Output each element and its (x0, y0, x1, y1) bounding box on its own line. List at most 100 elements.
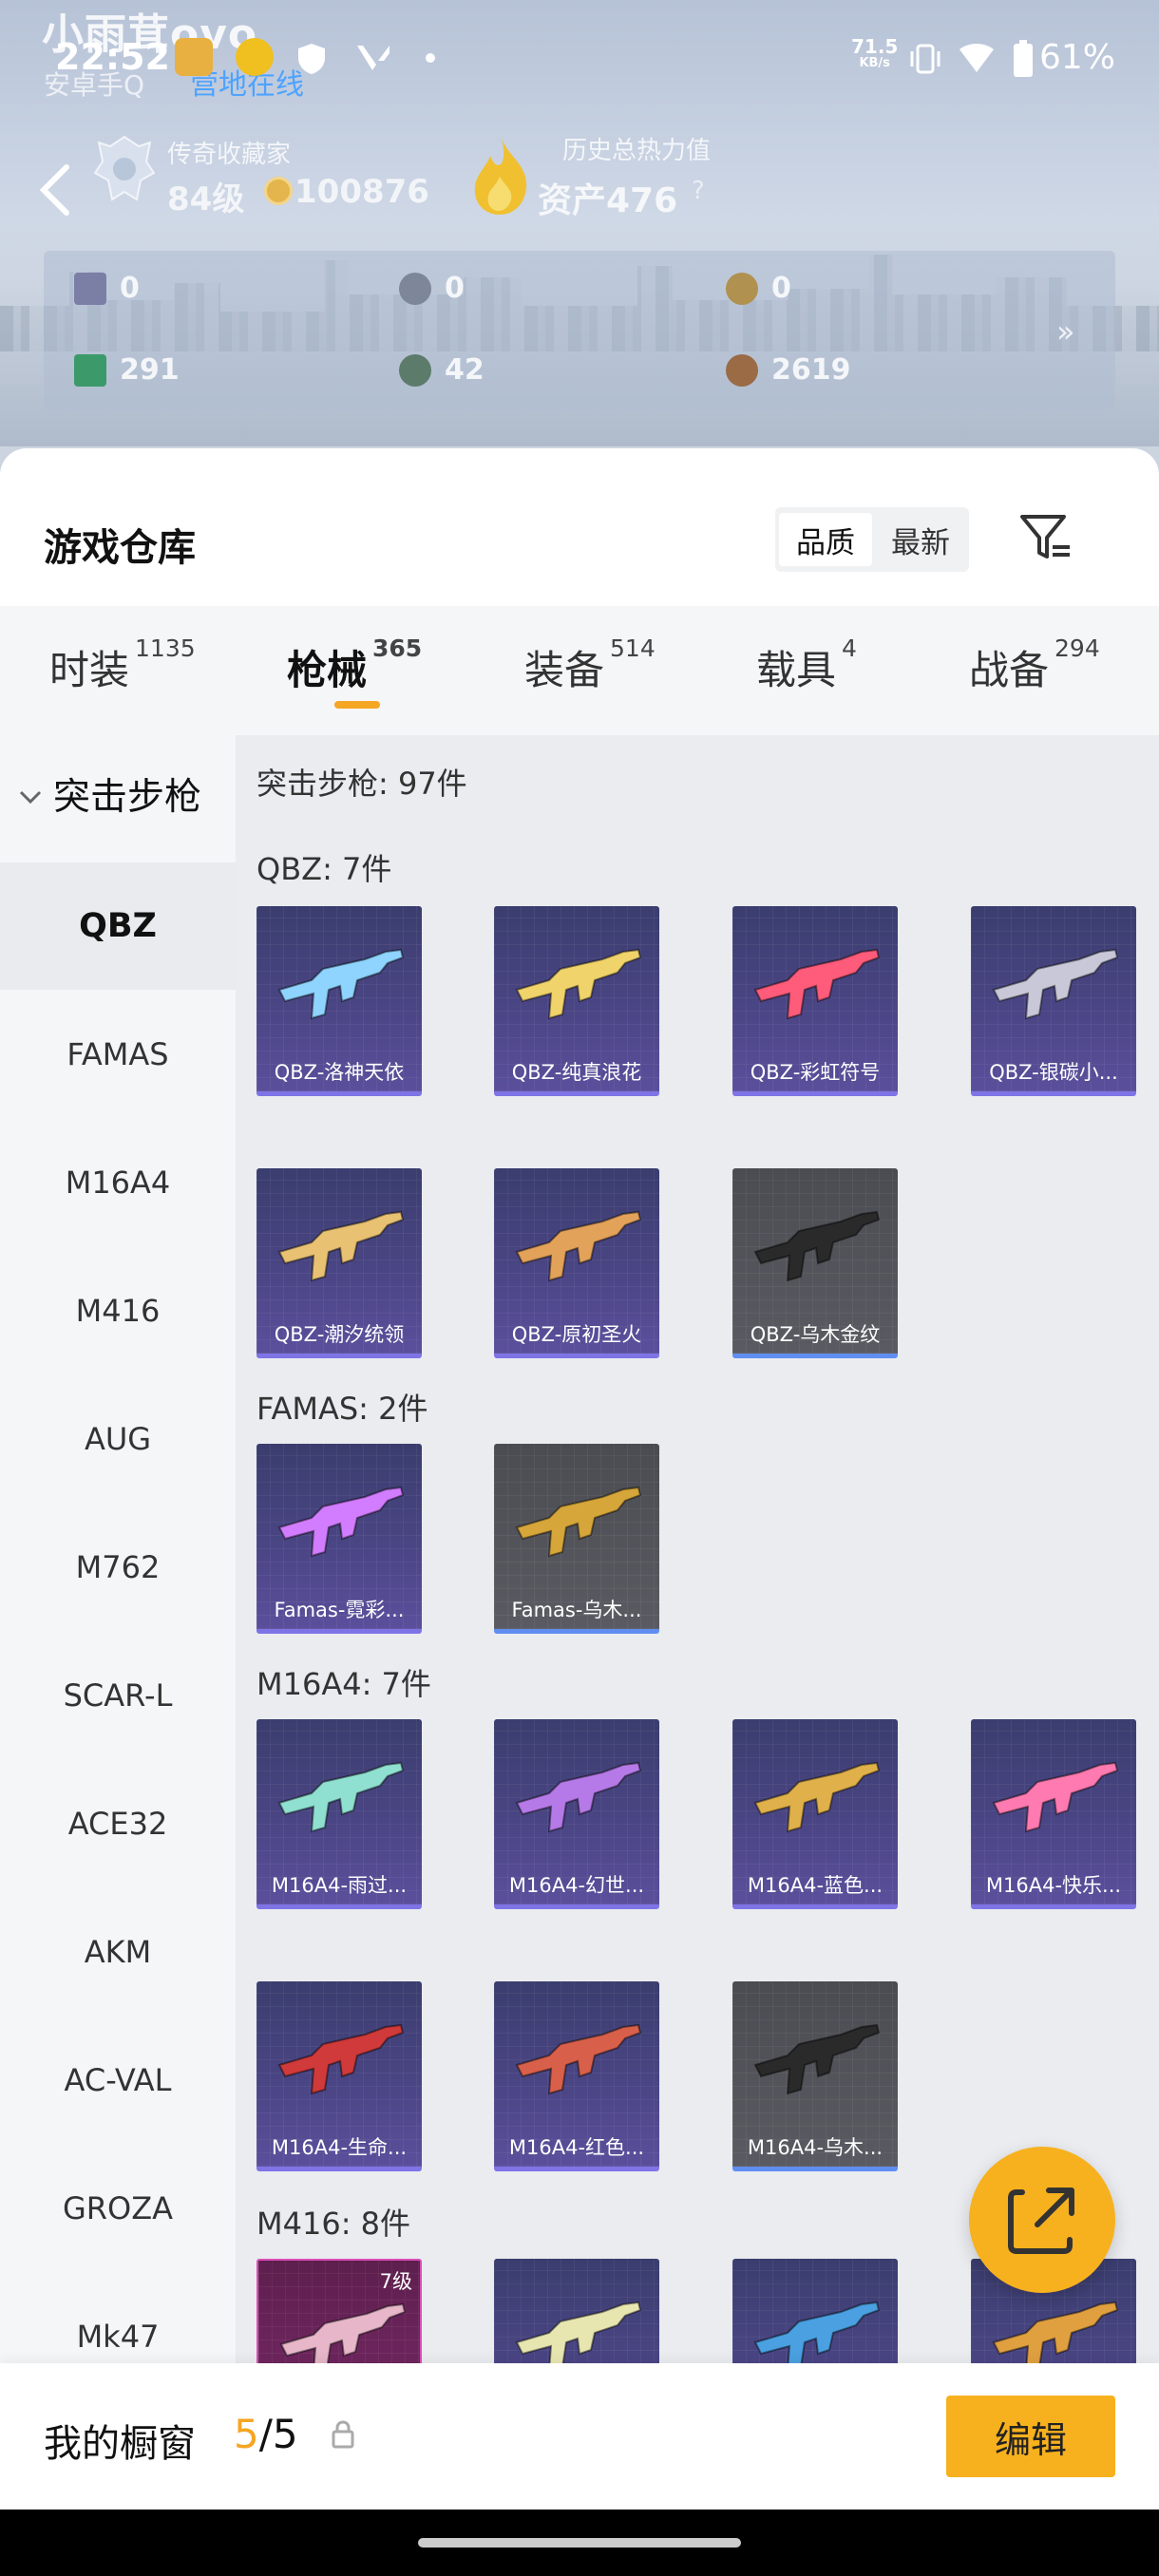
stat-item: 2619 (726, 353, 851, 387)
share-button[interactable] (969, 2147, 1115, 2293)
weapon-card[interactable]: Famas-乌木... (494, 1444, 659, 1634)
collector-badge-icon (91, 133, 158, 209)
weapon-name: QBZ-纯真浪花 (511, 1061, 642, 1084)
collector-title: 传奇收藏家 (167, 141, 292, 169)
warehouse-title: 游戏仓库 (44, 526, 196, 570)
sidebar-item-m762[interactable]: M762 (0, 1504, 236, 1631)
rifle-icon (515, 1486, 642, 1558)
weapon-name: QBZ-原初圣火 (511, 1323, 642, 1346)
battery-icon (1013, 40, 1034, 78)
weapon-name: Famas-乌木... (511, 1599, 642, 1621)
sidebar-item-m416[interactable]: M416 (0, 1247, 236, 1374)
weapon-name: M16A4-生命... (271, 2136, 408, 2159)
weapon-name: QBZ-银碳小... (989, 1061, 1118, 1084)
weapon-card[interactable]: QBZ-洛神天依 (256, 906, 422, 1096)
weapon-card[interactable]: QBZ-彩虹符号 (732, 906, 898, 1096)
rifle-icon (992, 948, 1119, 1020)
sidebar-item-ace32[interactable]: ACE32 (0, 1760, 236, 1887)
weapon-card[interactable]: M16A4-红色... (494, 1981, 659, 2171)
sidebar-item-aug[interactable]: AUG (0, 1375, 236, 1503)
sidebar-category[interactable]: 突击步枪 (0, 767, 236, 821)
showcase-count: 5/5 (234, 2411, 298, 2457)
shield-icon (296, 42, 327, 76)
help-icon[interactable]: ? (692, 177, 705, 205)
sidebar-item-m16a4[interactable]: M16A4 (0, 1119, 236, 1246)
sidebar-item-famas[interactable]: FAMAS (0, 991, 236, 1118)
sidebar-item-scar-l[interactable]: SCAR-L (0, 1632, 236, 1759)
weapon-card[interactable]: M16A4-生命... (256, 1981, 422, 2171)
gold-coin-icon (726, 272, 758, 305)
section-title: QBZ: 7件 (256, 851, 392, 887)
tab-weapons[interactable]: 枪械 365 (287, 635, 422, 696)
tab-fashion[interactable]: 时装 1135 (49, 635, 196, 696)
weapon-card[interactable]: Famas-霓彩... (256, 1444, 422, 1634)
filter-icon[interactable] (1016, 509, 1074, 566)
silver-coin-icon (399, 272, 431, 305)
weapon-card[interactable]: M16A4-乌木... (732, 1981, 898, 2171)
green-card-icon (74, 353, 106, 387)
weapon-name: M16A4-快乐... (985, 1874, 1122, 1897)
rifle-icon (277, 1210, 405, 1282)
sort-quality-button[interactable]: 品质 (779, 513, 872, 566)
lock-icon (331, 2420, 355, 2449)
home-handle[interactable] (418, 2538, 741, 2548)
weapon-card[interactable]: QBZ-潮汐统领 (256, 1168, 422, 1358)
valorant-icon (355, 44, 391, 72)
weapon-card[interactable]: QBZ-银碳小... (971, 906, 1136, 1096)
wifi-icon (958, 42, 996, 76)
weapon-card[interactable]: M16A4-蓝色... (732, 1719, 898, 1909)
chevron-down-icon (17, 773, 44, 816)
sidebar-item-qbz[interactable]: QBZ (0, 862, 236, 990)
card-icon (74, 272, 106, 305)
weapon-card[interactable]: M16A4-快乐... (971, 1719, 1136, 1909)
sidebar-item-groza[interactable]: GROZA (0, 2145, 236, 2272)
stats-panel (44, 251, 1115, 410)
section-title: M16A4: 7件 (256, 1666, 431, 1702)
stat-item: 0 (399, 272, 465, 305)
tab-equipment[interactable]: 装备 514 (524, 635, 656, 696)
weapon-card[interactable]: QBZ-纯真浪花 (494, 906, 659, 1096)
sidebar-item-ac-val[interactable]: AC-VAL (0, 2017, 236, 2144)
grenade-icon (399, 353, 431, 387)
tab-gear[interactable]: 战备 294 (969, 635, 1100, 696)
heat-title: 历史总热力值 (562, 137, 712, 165)
coin-value: 100876 (294, 173, 429, 211)
rifle-icon (992, 1761, 1119, 1833)
rifle-icon (753, 1210, 881, 1282)
weapon-name: M16A4-雨过... (271, 1874, 408, 1897)
rifle-icon (277, 1761, 405, 1833)
back-icon[interactable] (36, 161, 74, 218)
weapon-name: M16A4-蓝色... (747, 1874, 884, 1897)
stat-value: 42 (445, 353, 484, 387)
sidebar-item-akm[interactable]: AKM (0, 1888, 236, 2016)
section-title: M416: 8件 (256, 2206, 411, 2242)
collector-level: 84级 (167, 180, 245, 218)
stat-item: 291 (74, 353, 180, 387)
stats-more-icon[interactable]: » (1056, 313, 1075, 350)
sort-toggle: 品质 最新 (775, 507, 969, 572)
stat-item: 0 (74, 272, 140, 305)
app-notification-icon (175, 38, 213, 76)
net-speed: 71.5 KB/s (851, 35, 899, 70)
tab-vehicles[interactable]: 载具 4 (756, 635, 857, 696)
sort-latest-button[interactable]: 最新 (874, 513, 967, 566)
stat-item: 42 (399, 353, 484, 387)
edit-button[interactable]: 编辑 (946, 2396, 1115, 2477)
heat-value: 资产476 (538, 181, 678, 220)
weapon-card[interactable]: QBZ-乌木金纹 (732, 1168, 898, 1358)
status-time: 22:52 (55, 36, 170, 78)
section-title: FAMAS: 2件 (256, 1391, 428, 1427)
weapon-name: QBZ-洛神天依 (274, 1061, 405, 1084)
weapon-card[interactable]: M16A4-幻世... (494, 1719, 659, 1909)
weapon-name: QBZ-乌木金纹 (750, 1323, 881, 1346)
stat-item: 0 (726, 272, 791, 305)
stat-value: 0 (771, 272, 791, 305)
weapon-name: QBZ-彩虹符号 (750, 1061, 881, 1084)
rifle-icon (277, 2023, 405, 2095)
stat-value: 0 (445, 272, 465, 305)
battery-percent: 61% (1039, 38, 1116, 77)
weapon-card[interactable]: QBZ-原初圣火 (494, 1168, 659, 1358)
vibrate-icon (906, 42, 944, 76)
weapon-card[interactable]: M16A4-雨过... (256, 1719, 422, 1909)
rifle-icon (753, 1761, 881, 1833)
